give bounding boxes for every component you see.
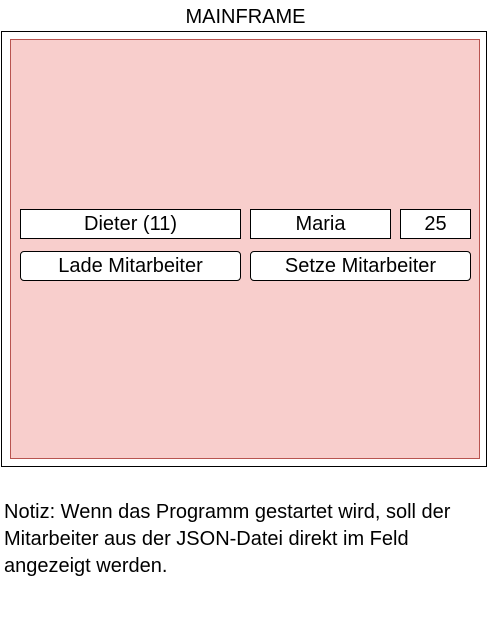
set-employee-button[interactable]: Setze Mitarbeiter bbox=[250, 251, 471, 281]
frame-title: MAINFRAME bbox=[185, 6, 306, 28]
employee-display-field[interactable]: Dieter (11) bbox=[20, 209, 241, 239]
main-panel bbox=[10, 39, 480, 459]
name-field[interactable]: Maria bbox=[250, 209, 391, 239]
load-employee-button[interactable]: Lade Mitarbeiter bbox=[20, 251, 241, 281]
age-field[interactable]: 25 bbox=[400, 209, 471, 239]
note-text: Notiz: Wenn das Programm gestartet wird,… bbox=[4, 501, 451, 577]
